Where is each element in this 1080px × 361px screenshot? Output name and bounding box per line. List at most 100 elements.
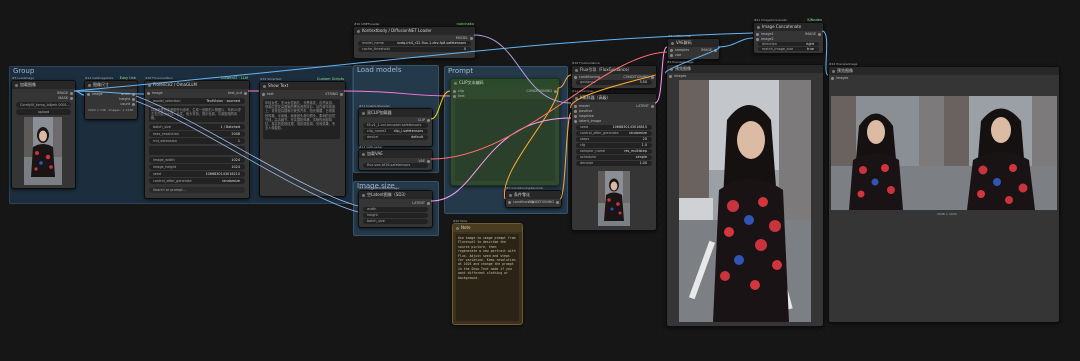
- diffusion-loader-node[interactable]: #10 UNETLoader nunchaku Kontextbody / Di…: [353, 22, 476, 59]
- input-image1[interactable]: image1: [756, 32, 774, 36]
- note-text[interactable]: Use image-to-image prompt from Florence2…: [456, 234, 519, 321]
- widget-control-after-generate[interactable]: control_after_generate randomize: [576, 131, 652, 136]
- node-title[interactable]: 加载VAE: [359, 150, 432, 158]
- widget-seed[interactable]: seed 1066830143016210: [149, 171, 245, 177]
- input-images[interactable]: images: [669, 74, 686, 78]
- output-image[interactable]: IMAGE: [701, 48, 717, 52]
- node-title[interactable]: K采样器（高级）: [572, 94, 656, 102]
- input-negative[interactable]: negative: [574, 114, 594, 118]
- clip-text-encode-node[interactable]: CLIP文本编码 clip text CONDITIONING: [450, 78, 560, 186]
- image-concatenate-node[interactable]: #21 ImageConcanate KJNodes Image Concate…: [753, 18, 824, 54]
- node-title[interactable]: 预览图像: [829, 67, 1059, 75]
- node-title[interactable]: CLIP文本编码: [451, 79, 559, 87]
- input-vae[interactable]: vae: [670, 53, 681, 57]
- input-model[interactable]: model: [574, 104, 590, 108]
- widget-scheduler[interactable]: scheduler simple: [576, 155, 652, 160]
- input-images[interactable]: images: [831, 76, 848, 80]
- output-string[interactable]: STRING: [325, 92, 343, 96]
- node-title[interactable]: 预览图像: [667, 65, 823, 73]
- output-height[interactable]: height: [119, 97, 135, 101]
- node-title[interactable]: Note: [453, 224, 522, 232]
- input-clip[interactable]: clip: [453, 89, 464, 93]
- output-text[interactable]: text_out: [228, 91, 247, 95]
- node-title[interactable]: 条件零化: [506, 191, 561, 199]
- widget-device[interactable]: device default: [363, 135, 428, 140]
- empty-latent-node[interactable]: #5 EmptySD3LatentImage 空Latent图像（SD3） LA…: [358, 186, 433, 228]
- conditioning-zero-out-node[interactable]: #7 ConditioningZeroOut 条件零化 conditioning…: [505, 186, 562, 208]
- widget-vae-name[interactable]: flux-vae-bf16.safetensors: [363, 163, 428, 168]
- input-positive[interactable]: positive: [574, 109, 592, 113]
- node-title[interactable]: 双CLIP加载器: [359, 109, 432, 117]
- widget-steps[interactable]: steps 20: [576, 137, 652, 142]
- output-width[interactable]: width: [121, 92, 135, 96]
- output-latent[interactable]: LATENT: [636, 104, 654, 108]
- output-model[interactable]: MODEL: [456, 36, 473, 40]
- node-title[interactable]: 加载图像: [12, 81, 75, 89]
- node-title[interactable]: Show Text: [260, 82, 345, 90]
- widget-rnd-extension[interactable]: rnd_extension 1: [149, 138, 245, 144]
- secondary-textarea[interactable]: [149, 146, 245, 155]
- widget-batch-size[interactable]: batch_size: [363, 219, 428, 224]
- output-latent[interactable]: LATENT: [412, 201, 430, 205]
- widget-sampler-name[interactable]: sampler_name res_multistep: [576, 149, 652, 154]
- node-title[interactable]: 图像尺寸: [85, 81, 137, 89]
- note-node[interactable]: #20 Note Note Use image-to-image prompt …: [452, 219, 523, 325]
- widget-seed[interactable]: seed 1066830143016815: [576, 125, 652, 130]
- output-image[interactable]: IMAGE: [57, 91, 73, 95]
- widget-match-image-size[interactable]: match_image_size true: [758, 47, 819, 51]
- widget-clip-name1[interactable]: t5-v1_1-xxl-encoder.safetensors: [363, 123, 428, 128]
- prompt-text-area[interactable]: [455, 99, 555, 181]
- widget-denoise[interactable]: denoise 1.00: [576, 161, 652, 166]
- output-clip[interactable]: CLIP: [418, 118, 430, 122]
- upload-button[interactable]: upload: [16, 109, 71, 115]
- widget-image-height[interactable]: image_height 1024: [149, 164, 245, 170]
- vae-loader-node[interactable]: #13 VAELoader 加载VAE VAE flux-vae-bf16.sa…: [358, 145, 433, 171]
- preview-image-node[interactable]: #9 PreviewImage 预览图像 images: [666, 60, 824, 327]
- compare-preview-node[interactable]: #22 PreviewImage 预览图像 images 2048 × 1024: [828, 62, 1060, 323]
- widget-width[interactable]: width: [363, 207, 428, 212]
- output-conditioning[interactable]: CONDITIONING: [526, 89, 557, 93]
- output-mask[interactable]: MASK: [58, 96, 73, 100]
- widget-clip-name2[interactable]: clip_name2 clip_l.safetensors: [363, 129, 428, 134]
- output-conditioning[interactable]: CONDITIONING: [623, 75, 654, 79]
- input-image[interactable]: image: [87, 92, 103, 96]
- input-conditioning[interactable]: conditioning: [574, 75, 600, 79]
- input-samples[interactable]: samples: [670, 48, 689, 52]
- output-count[interactable]: count: [120, 102, 135, 106]
- input-text[interactable]: text: [453, 94, 465, 98]
- output-conditioning[interactable]: CONDITIONING: [528, 200, 559, 204]
- widget-height[interactable]: height: [363, 213, 428, 218]
- dual-clip-loader-node[interactable]: #11 DualCLIPLoader 双CLIP加载器 CLIP t5-v1_1…: [358, 104, 433, 147]
- shown-text[interactable]: 年轻女性，亚洲女性面孔，长黑卷发，自然妆容，穿着红蓝花朵图案的黑色透视衬衫，站在…: [263, 99, 340, 139]
- prompt-textarea[interactable]: 将画面里的这张图作为参考，生成一张新的人物图片，年龄20岁左右的亚洲女性，长发，…: [149, 106, 245, 122]
- widget-model-name[interactable]: model_name svdq-int4_r32-flux.1-dev-fp8.s…: [358, 41, 471, 46]
- input-image2[interactable]: image2: [756, 37, 774, 41]
- node-title[interactable]: Flux引导（FluxGuidance）: [572, 66, 656, 74]
- widget-max-resolution[interactable]: max_resolution 2048: [149, 131, 245, 137]
- search-input[interactable]: Search or prompt...: [149, 187, 245, 193]
- output-image[interactable]: IMAGE: [805, 32, 821, 36]
- model-selection-select[interactable]: model_selection TextVision · zoomed: [149, 98, 245, 104]
- node-title[interactable]: Florence2 / OmaGLLM: [145, 81, 249, 89]
- widget-control-after-generate[interactable]: control_after_generate randomize: [149, 178, 245, 184]
- flux-guidance-node[interactable]: #16 FluxGuidance Flux引导（FluxGuidance） co…: [571, 61, 657, 89]
- widget-cache-threshold[interactable]: cache_threshold 0: [358, 47, 471, 52]
- widget-image-width[interactable]: image_width 1024: [149, 157, 245, 163]
- florence-llm-node[interactable]: #18 Florence2Run ClowerAT · LLM Florence…: [144, 76, 250, 199]
- image-file-select[interactable]: ComfyUI_temp_bltjmk 0001...: [16, 102, 71, 108]
- widget-guidance[interactable]: guidance 3.50: [576, 80, 652, 85]
- vae-decode-node[interactable]: #8 VAEDecode VAE解码 samples vae IMAGE: [667, 34, 720, 60]
- show-text-node[interactable]: #19 ShowText Custom Scripts Show Text te…: [259, 77, 346, 197]
- node-title[interactable]: Kontextbody / DiffusionNET Loader: [354, 27, 475, 35]
- input-text[interactable]: text: [262, 92, 274, 96]
- image-size-node[interactable]: #12 GetImageSize Easy Use 图像尺寸 image wid…: [84, 76, 138, 120]
- node-title[interactable]: 空Latent图像（SD3）: [359, 191, 432, 199]
- input-latent-image[interactable]: latent_image: [574, 119, 601, 123]
- ksampler-node[interactable]: #14 KSampler K采样器（高级） model positive neg…: [571, 89, 657, 231]
- node-title[interactable]: VAE解码: [668, 39, 719, 47]
- node-title[interactable]: Image Concatenate: [754, 23, 823, 31]
- widget-direction[interactable]: direction right: [758, 42, 819, 46]
- input-image[interactable]: image: [147, 91, 163, 95]
- load-image-node[interactable]: #3 LoadImage 加载图像 IMAGE MASK ComfyUI_tem…: [11, 76, 76, 189]
- widget-cfg[interactable]: cfg 1.0: [576, 143, 652, 148]
